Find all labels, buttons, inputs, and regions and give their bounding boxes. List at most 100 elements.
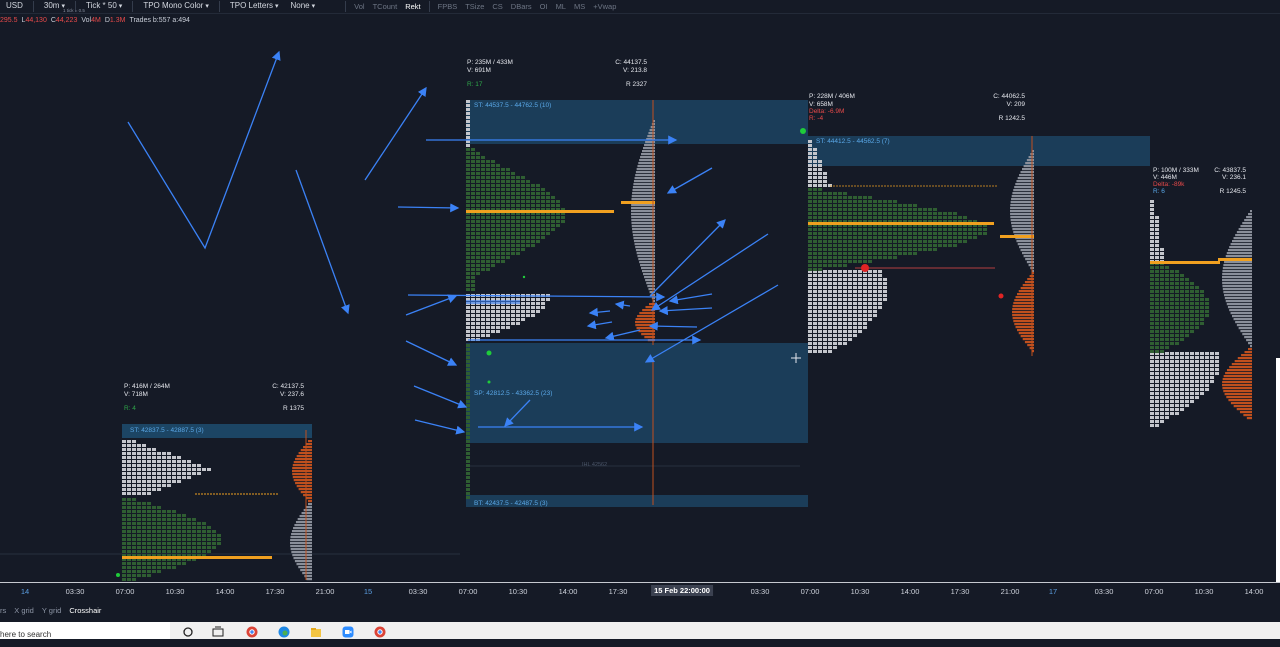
market-profile-chart[interactable]: P: 416M / 264M V: 718M R: 4 C: 42137.5 V…: [0, 28, 1280, 582]
svg-text:V: 236.1: V: 236.1: [1222, 174, 1246, 181]
time-tick-label: 17:30: [608, 587, 628, 596]
svg-text:V: 718M: V: 718M: [124, 391, 148, 398]
svg-text:P: 235M / 433M: P: 235M / 433M: [467, 59, 513, 66]
low-readout: L44,130: [21, 17, 47, 24]
svg-text:R: 17: R: 17: [467, 81, 483, 88]
svg-text:R: 6: R: 6: [1153, 188, 1165, 195]
time-tick-label: 21:00: [315, 587, 335, 596]
time-tick-label: 14:00: [1244, 587, 1264, 596]
tpo-letters-dropdown[interactable]: TPO Letters: [224, 0, 285, 13]
svg-text:P: 100M / 333M: P: 100M / 333M: [1153, 167, 1199, 174]
tpo-color-dropdown[interactable]: TPO Mono Color: [137, 0, 215, 13]
time-tick-label: 03:30: [65, 587, 85, 596]
taskbar-search-box[interactable]: here to search: [0, 622, 170, 639]
time-tick-label: 07:00: [458, 587, 478, 596]
volume-readout: Vol4M: [81, 17, 101, 24]
svg-text:R 1245.5: R 1245.5: [1220, 188, 1247, 195]
svg-text:V: 213.8: V: 213.8: [623, 67, 647, 74]
indicator-dbars[interactable]: DBars: [507, 1, 536, 12]
ohlc-infobar: 295.5 L44,130 C44,223 Vol4M D1.3M Trades…: [0, 17, 190, 27]
svg-text:ST: 42837.5 - 42887.5 (3): ST: 42837.5 - 42887.5 (3): [130, 427, 204, 434]
indicator-oi[interactable]: OI: [536, 1, 552, 12]
chrome-icon[interactable]: [246, 626, 258, 638]
svg-text:P: 416M / 264M: P: 416M / 264M: [124, 383, 170, 390]
value-area-boxes: [0, 100, 1150, 555]
indicator-tcount[interactable]: TCount: [369, 1, 402, 12]
search-circle-icon[interactable]: [182, 626, 194, 638]
svg-text:P: 228M / 406M: P: 228M / 406M: [809, 93, 855, 100]
time-tick-label: 03:30: [1094, 587, 1114, 596]
crosshair-toggle[interactable]: Crosshair: [69, 606, 101, 615]
delta-readout: D1.3M: [104, 17, 126, 24]
time-tick-label: 10:30: [165, 587, 185, 596]
time-tick-label: 03:30: [408, 587, 428, 596]
svg-text:C: 42137.5: C: 42137.5: [272, 383, 304, 390]
tick-size-subtitle: 1 tick = 0.5: [63, 8, 85, 13]
chrome-profile-icon[interactable]: [374, 626, 386, 638]
svg-text:C: 43837.5: C: 43837.5: [1214, 167, 1246, 174]
time-tick-label: 15: [363, 587, 373, 596]
time-tick-label: 14:00: [900, 587, 920, 596]
right-edge-panel: [1276, 358, 1280, 582]
svg-text:R 1242.5: R 1242.5: [999, 115, 1026, 122]
svg-text:Delta: -6.9M: Delta: -6.9M: [809, 108, 844, 115]
zoom-video-icon[interactable]: [342, 626, 354, 638]
svg-text:ST: 44537.5 - 44762.5 (10): ST: 44537.5 - 44762.5 (10): [474, 102, 551, 109]
indicator-ms[interactable]: MS: [570, 1, 589, 12]
indicator-cs[interactable]: CS: [488, 1, 506, 12]
toolbar-divider: [132, 1, 134, 12]
indicator-vol[interactable]: Vol: [350, 1, 368, 12]
time-tick-label: 14:00: [558, 587, 578, 596]
close-readout: C44,223: [50, 17, 78, 24]
svg-text:R: -4: R: -4: [809, 115, 823, 122]
time-axis[interactable]: 14 03:30 07:00 10:30 14:00 17:30 21:00 15 03:30 0…: [0, 582, 1280, 599]
time-tick-label: 14:00: [215, 587, 235, 596]
indicator-tsize[interactable]: TSize: [461, 1, 488, 12]
tpo-profile-4: [1150, 200, 1252, 427]
svg-text:SP: 42812.5 - 43362.5 (23): SP: 42812.5 - 43362.5 (23): [474, 390, 552, 397]
time-tick-label: 17:30: [950, 587, 970, 596]
time-tick-label: 17: [1048, 587, 1058, 596]
indicator-rekt[interactable]: Rekt: [401, 1, 424, 12]
file-explorer-icon[interactable]: [310, 626, 322, 638]
x-grid-toggle[interactable]: X grid: [14, 606, 34, 615]
svg-text:R 1375: R 1375: [283, 405, 304, 412]
svg-text:R 2327: R 2327: [626, 81, 647, 88]
task-view-icon[interactable]: [212, 626, 224, 638]
svg-text:ST: 44412.5 - 44562.5 (7): ST: 44412.5 - 44562.5 (7): [816, 138, 890, 145]
time-tick-label: 10:30: [508, 587, 528, 596]
time-tick-label: 21:00: [1000, 587, 1020, 596]
tick-size-dropdown[interactable]: Tick * 50: [80, 0, 128, 13]
bottom-item-partial[interactable]: rs: [0, 606, 6, 615]
none-dropdown[interactable]: None: [285, 0, 322, 13]
symbol-label[interactable]: USD: [0, 0, 29, 13]
svg-text:V: 209: V: 209: [1006, 101, 1025, 108]
svg-text:V: 237.6: V: 237.6: [280, 391, 304, 398]
time-tick-label: 14: [20, 587, 30, 596]
svg-text:R: 4: R: 4: [124, 405, 136, 412]
svg-text:BT: 42437.5 - 42487.5 (3): BT: 42437.5 - 42487.5 (3): [474, 500, 548, 507]
svg-text:Delta: -89k: Delta: -89k: [1153, 181, 1185, 188]
y-grid-toggle[interactable]: Y grid: [42, 606, 61, 615]
toolbar-divider: [428, 1, 430, 12]
crosshair-time-label: 15 Feb 22:00:00: [651, 585, 713, 596]
indicator-ml[interactable]: ML: [552, 1, 570, 12]
svg-text:V: 658M: V: 658M: [809, 101, 833, 108]
tpo-profile-2: [466, 100, 655, 505]
time-tick-label: 07:00: [1144, 587, 1164, 596]
top-toolbar: USD 30m Tick * 50 TPO Mono Color TPO Let…: [0, 0, 1280, 14]
indicator-fpbs[interactable]: FPBS: [434, 1, 462, 12]
edge-icon[interactable]: [278, 626, 290, 638]
time-tick-label: 17:30: [265, 587, 285, 596]
chart-bottom-toolbar: rs X grid Y grid Crosshair: [0, 600, 1280, 620]
indicator-vwap[interactable]: +Vwap: [589, 1, 620, 12]
toolbar-divider: [218, 1, 220, 12]
svg-text:V: 446M: V: 446M: [1153, 174, 1177, 181]
time-tick-label: 07:00: [800, 587, 820, 596]
profile-4-stats: P: 100M / 333M V: 446M Delta: -89k R: 6 …: [1153, 167, 1246, 195]
svg-text:V: 691M: V: 691M: [467, 67, 491, 74]
trades-readout: Trades b:557 a:494: [129, 17, 190, 24]
toolbar-divider: [345, 1, 347, 12]
time-tick-label: 10:30: [1194, 587, 1214, 596]
time-tick-label: 03:30: [750, 587, 770, 596]
